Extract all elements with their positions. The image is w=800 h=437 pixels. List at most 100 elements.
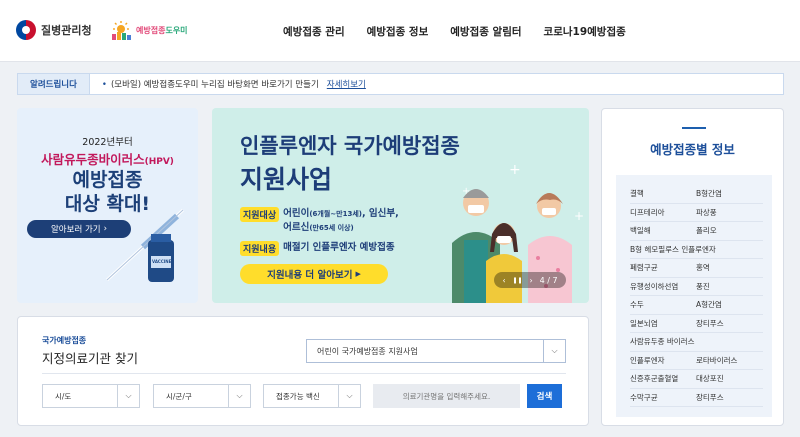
search-subtitle: 국가예방접종 — [42, 336, 87, 345]
hpv-subject-name: 사람유두종바이러스 — [41, 152, 145, 167]
vaccine-item-empty — [696, 333, 763, 352]
banner-target-c-note: (만65세 이상) — [309, 224, 354, 232]
hpv-year: 2022년부터 — [82, 137, 133, 148]
panel-title: 예방접종별 정보 — [650, 142, 735, 157]
vaccine-item[interactable]: 파상풍 — [696, 204, 763, 222]
banner-content-text: 매절기 인플루엔자 예방접종 — [283, 242, 395, 253]
play-arrow-icon: ▶ — [355, 270, 361, 278]
syringe-vial-illustration-icon — [105, 208, 185, 282]
banner-target-a-note: (6개월~만13세) — [309, 210, 362, 218]
vaccine-item-empty — [696, 241, 763, 259]
vaccine-item[interactable]: 풍진 — [696, 278, 763, 296]
search-button[interactable]: 검색 — [527, 384, 562, 408]
banner-target-c: 어르신 — [283, 222, 310, 233]
hpv-learn-more-label: 알아보러 가기 — [50, 225, 101, 235]
vaccine-item[interactable]: 홍역 — [696, 259, 763, 278]
chevron-down-icon: ⌵ — [117, 385, 139, 407]
vaccine-item[interactable]: 백일해 — [630, 222, 696, 241]
vaccine-item[interactable]: 인플루엔자 — [630, 352, 696, 370]
sigungu-select[interactable]: 시/군/구 ⌵ — [153, 384, 251, 408]
site-header: 질병관리청 예방접종도우미 예방접종 관리 예방접종 정보 예방접종 알림터 코… — [0, 0, 800, 62]
banner-cta-button[interactable]: 지원내용 더 알아보기 ▶ — [240, 264, 388, 284]
vial-label: VACCINE — [152, 259, 172, 264]
banner-content-label: 지원내용 — [240, 241, 280, 256]
helper-logo-suffix: 도우미 — [165, 25, 188, 35]
vaccine-select[interactable]: 접종가능 백신 ⌵ — [263, 384, 361, 408]
vaccine-item[interactable]: 장티푸스 — [696, 315, 763, 333]
vaccine-list: 결핵 B형간염 디프테리아 파상풍 백일해 폴리오 B형 헤모필루스 인플루엔자… — [616, 175, 772, 417]
notice-bullet: • — [101, 80, 107, 90]
sido-select[interactable]: 시/도 ⌵ — [42, 384, 140, 408]
hpv-subject-abbr: (HPV) — [144, 157, 174, 167]
chevron-down-icon: ⌵ — [338, 385, 360, 407]
clinic-search-panel: 국가예방접종 지정의료기관 찾기 어린이 국가예방접종 지원사업 ⌵ 시/도 ⌵… — [17, 316, 589, 426]
vaccine-item[interactable]: 결핵 — [630, 185, 696, 204]
banner-pause-button[interactable]: ❚❚ — [513, 277, 523, 284]
notice-tag: 알려드립니다 — [18, 74, 90, 94]
svg-text:+: + — [509, 162, 521, 178]
vaccine-item[interactable]: 수두 — [630, 296, 696, 315]
nav-vaccination-notice[interactable]: 예방접종 알림터 — [450, 24, 521, 39]
kdca-logo[interactable]: 질병관리청 — [16, 20, 92, 40]
vaccine-item[interactable]: 장티푸스 — [696, 389, 763, 407]
vaccine-select-value: 접종가능 백신 — [276, 391, 320, 401]
banner-target-label: 지원대상 — [240, 207, 280, 222]
sido-select-value: 시/도 — [55, 391, 72, 401]
panel-title-accent — [682, 127, 706, 129]
hpv-headline-line1: 예방접종 — [72, 169, 143, 191]
sigungu-select-value: 시/군/구 — [166, 391, 192, 401]
banner-title: 인플루엔자 국가예방접종 지원사업 — [240, 130, 460, 196]
banner-target-b: , 임신부, — [362, 208, 399, 219]
banner-target-text: 어린이(6개월~만13세), 임신부, 어르신(만65세 이상) — [283, 207, 443, 235]
helper-logo-text: 예방접종도우미 — [136, 25, 188, 36]
svg-text:+: + — [574, 209, 584, 223]
banner-title-line2: 지원사업 — [240, 165, 333, 194]
notice-text[interactable]: • (모바일) 예방접종도우미 누리집 바탕화면 바로가기 만들기 — [102, 78, 319, 90]
vaccine-item[interactable]: 유행성이하선염 — [630, 278, 696, 296]
vaccination-helper-logo[interactable]: 예방접종도우미 — [110, 20, 188, 40]
chevron-down-icon: ⌵ — [543, 340, 565, 362]
nav-covid19-vaccination[interactable]: 코로나19예방접종 — [544, 24, 626, 39]
vaccine-item[interactable]: A형간염 — [696, 296, 763, 315]
hpv-promo-card[interactable]: 2022년부터 사람유두종바이러스(HPV) 예방접종 대상 확대! 알아보러 … — [17, 108, 198, 303]
vaccine-item[interactable]: 신증후군출혈열 — [630, 370, 696, 389]
banner-target-a: 어린이 — [283, 208, 310, 219]
search-title: 지정의료기관 찾기 — [42, 351, 138, 366]
vaccine-item[interactable]: 디프테리아 — [630, 204, 696, 222]
influenza-banner[interactable]: 인플루엔자 국가예방접종 지원사업 지원대상 어린이(6개월~만13세), 임신… — [212, 108, 589, 303]
banner-pager: ‹ ❚❚ › 4 / 7 — [494, 272, 566, 288]
vaccine-item[interactable]: 폐렴구균 — [630, 259, 696, 278]
kdca-logo-text: 질병관리청 — [41, 24, 92, 37]
banner-cta-label: 지원내용 더 알아보기 — [267, 270, 353, 281]
notice-more-link[interactable]: 자세히보기 — [327, 78, 366, 90]
clinic-name-input[interactable] — [373, 384, 520, 408]
vaccine-item[interactable]: B형 헤모필루스 인플루엔자 — [630, 241, 716, 259]
notice-bar: 알려드립니다 • (모바일) 예방접종도우미 누리집 바탕화면 바로가기 만들기 … — [17, 73, 784, 95]
sunburst-logo-icon — [110, 20, 132, 40]
notice-text-body: (모바일) 예방접종도우미 누리집 바탕화면 바로가기 만들기 — [110, 80, 319, 90]
vaccine-item[interactable]: 일본뇌염 — [630, 315, 696, 333]
vaccine-item[interactable]: 사람유두종 바이러스 — [630, 333, 696, 352]
banner-slide-count: 4 / 7 — [539, 275, 558, 285]
main-nav: 예방접종 관리 예방접종 정보 예방접종 알림터 코로나19예방접종 — [283, 24, 626, 39]
chevron-down-icon: ⌵ — [228, 385, 250, 407]
vaccine-info-panel: 예방접종별 정보 결핵 B형간염 디프테리아 파상풍 백일해 폴리오 B형 헤모… — [601, 108, 784, 426]
nav-vaccination-management[interactable]: 예방접종 관리 — [283, 24, 345, 39]
program-select-value: 어린이 국가예방접종 지원사업 — [317, 346, 418, 356]
banner-title-line1: 인플루엔자 국가예방접종 — [240, 134, 460, 158]
banner-target-row: 지원대상 어린이(6개월~만13세), 임신부, 어르신(만65세 이상) — [240, 207, 443, 235]
vaccine-item[interactable]: B형간염 — [696, 185, 763, 204]
nav-vaccination-info[interactable]: 예방접종 정보 — [367, 24, 429, 39]
program-select[interactable]: 어린이 국가예방접종 지원사업 ⌵ — [306, 339, 566, 363]
divider — [42, 373, 566, 374]
vaccine-item[interactable]: 수막구균 — [630, 389, 696, 407]
taegeuk-emblem-icon — [16, 20, 36, 40]
banner-next-button[interactable]: › — [529, 276, 532, 285]
banner-prev-button[interactable]: ‹ — [502, 276, 505, 285]
helper-logo-prefix: 예방접종 — [136, 25, 166, 35]
banner-content-row: 지원내용 매절기 인플루엔자 예방접종 — [240, 241, 395, 256]
hpv-subject: 사람유두종바이러스(HPV) — [17, 149, 198, 168]
vaccine-item[interactable]: 로타바이러스 — [696, 352, 763, 370]
vaccine-item[interactable]: 폴리오 — [696, 222, 763, 241]
vaccine-item[interactable]: 대상포진 — [696, 370, 763, 389]
